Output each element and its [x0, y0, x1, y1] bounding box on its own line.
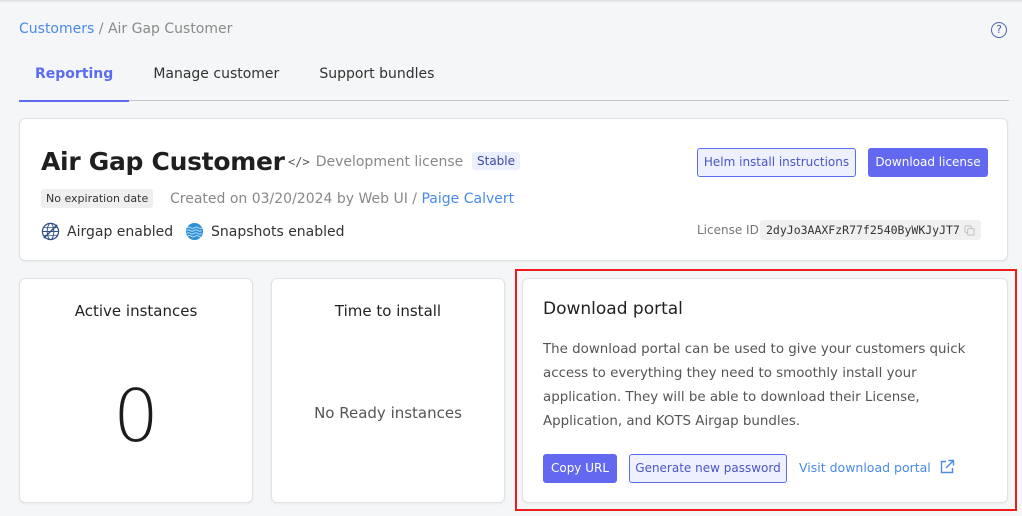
license-type: </> Development license — [288, 154, 463, 170]
active-instances-card: Active instances 0 — [19, 278, 253, 503]
download-portal-title: Download portal — [543, 299, 683, 319]
download-license-button[interactable]: Download license — [868, 148, 988, 177]
download-portal-card: Download portal The download portal can … — [522, 278, 1008, 503]
help-icon[interactable]: ? — [991, 22, 1007, 38]
time-to-install-value: No Ready instances — [314, 404, 462, 422]
breadcrumb-separator: / — [94, 21, 108, 37]
customer-name: Air Gap Customer — [41, 147, 285, 176]
copy-url-button[interactable]: Copy URL — [543, 454, 617, 483]
feature-snapshots: Snapshots enabled — [185, 222, 345, 241]
created-info: Created on 03/20/2024 by Web UI / Paige … — [170, 191, 514, 207]
license-id-field: 2dyJo3AAXFzR77f2540ByWKJyJT7 — [760, 220, 981, 240]
breadcrumb-customers-link[interactable]: Customers — [19, 21, 94, 37]
top-shadow — [0, 0, 1022, 3]
customer-header-card: Air Gap Customer </> Development license … — [19, 118, 1008, 261]
copy-icon[interactable] — [964, 224, 975, 236]
channel-badge: Stable — [472, 152, 521, 170]
code-icon: </> — [288, 155, 310, 169]
expiration-badge: No expiration date — [41, 189, 154, 208]
visit-download-portal-link[interactable]: Visit download portal — [799, 459, 955, 475]
active-instances-value: 0 — [113, 374, 159, 458]
breadcrumb-current: Air Gap Customer — [107, 21, 233, 37]
created-text: Created on 03/20/2024 by Web UI / — [170, 191, 422, 207]
created-by-link[interactable]: Paige Calvert — [421, 191, 514, 207]
tab-manage-customer[interactable]: Manage customer — [137, 55, 295, 101]
helm-install-instructions-button[interactable]: Helm install instructions — [697, 148, 856, 177]
time-to-install-card: Time to install No Ready instances — [271, 278, 505, 503]
tab-support-bundles[interactable]: Support bundles — [303, 55, 450, 101]
time-to-install-title: Time to install — [334, 302, 442, 320]
license-id-label: License ID: — [697, 223, 763, 237]
breadcrumb: Customers / Air Gap Customer — [19, 21, 232, 37]
generate-new-password-button[interactable]: Generate new password — [629, 454, 787, 483]
tab-reporting[interactable]: Reporting — [19, 55, 130, 102]
tab-bar: Reporting Manage customer Support bundle… — [19, 55, 1009, 102]
feature-airgap: Airgap enabled — [41, 222, 173, 241]
download-portal-description: The download portal can be used to give … — [543, 342, 966, 429]
active-instances-title: Active instances — [74, 302, 198, 320]
feature-snapshots-label: Snapshots enabled — [211, 223, 345, 240]
feature-airgap-label: Airgap enabled — [67, 223, 174, 240]
license-id-value: 2dyJo3AAXFzR77f2540ByWKJyJT7 — [766, 223, 960, 237]
license-type-label: Development license — [315, 154, 464, 170]
snapshots-icon — [185, 222, 204, 241]
airgap-icon — [41, 222, 60, 241]
external-link-icon[interactable] — [939, 459, 955, 475]
visit-download-portal-label[interactable]: Visit download portal — [799, 460, 931, 475]
